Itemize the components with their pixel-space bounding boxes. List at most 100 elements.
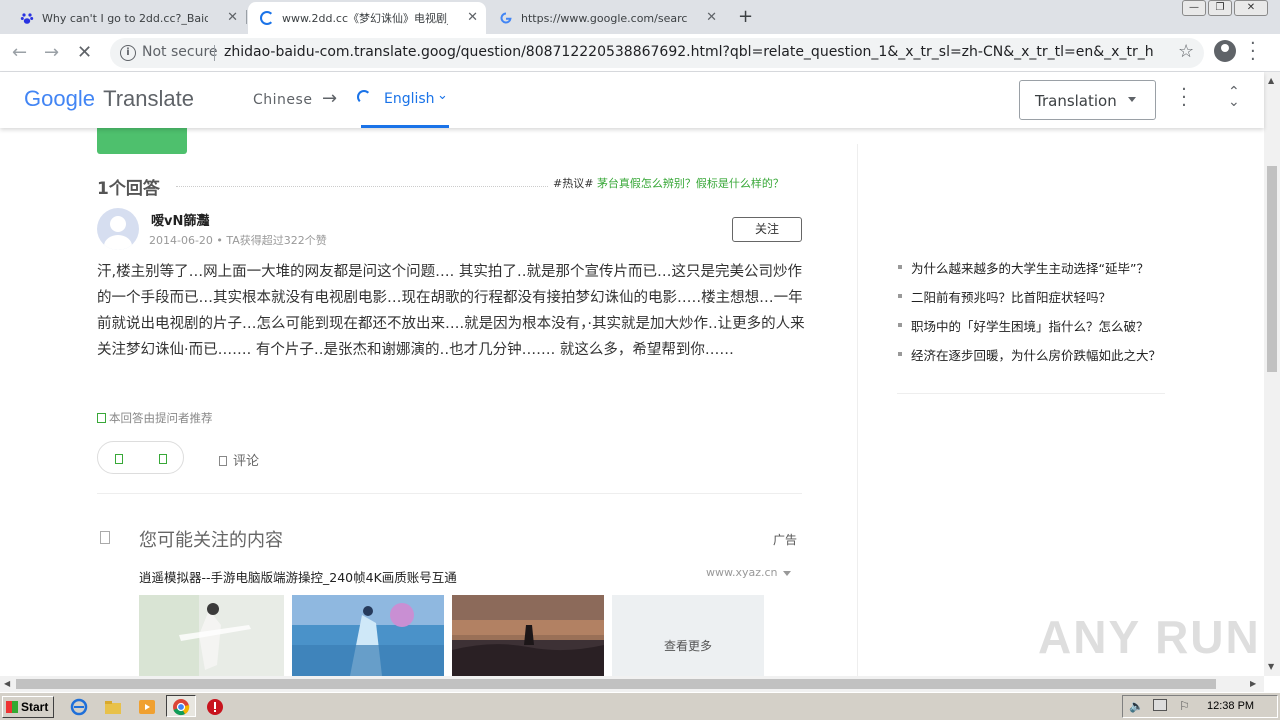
bookmark-star-icon[interactable]: ☆	[1178, 41, 1194, 62]
sidebar-item[interactable]: 职场中的「好学生困境」指什么？怎么破？	[897, 316, 1165, 345]
start-button[interactable]: Start	[2, 696, 54, 718]
window-close-button[interactable]: ✕	[1234, 0, 1268, 16]
tab-google-search[interactable]: https://www.google.com/search?q= ✕	[487, 2, 725, 34]
answer-body: 汗,楼主别等了…网上面一大堆的网友都是问这个问题…. 其实拍了‥就是那个宣传片而…	[97, 264, 805, 358]
close-icon[interactable]: ✕	[227, 10, 238, 25]
hot-topic: #热议# 茅台真假怎么辨别？假标是什么样的？	[553, 175, 784, 191]
recommend-note-text: 本回答由提问者推荐	[109, 411, 213, 425]
target-language[interactable]: English	[384, 91, 435, 107]
hot-topic-link[interactable]: 茅台真假怎么辨别？假标是什么样的？	[597, 177, 784, 190]
source-language[interactable]: Chinese	[253, 92, 312, 108]
comment-button[interactable]: 评论	[219, 450, 259, 469]
back-icon[interactable]: ←	[12, 42, 27, 63]
volume-icon[interactable]: 🔈	[1129, 699, 1144, 713]
tab-baidu-knows[interactable]: Why can't I go to 2dd.cc?_Baidu Kno ✕	[8, 2, 246, 34]
google-wordmark: Google	[24, 86, 95, 111]
chevron-down-icon[interactable]: ⌄	[437, 88, 448, 103]
comment-label: 评论	[233, 454, 260, 469]
stop-icon[interactable]: ✕	[77, 42, 92, 63]
new-tab-button[interactable]: +	[738, 6, 753, 27]
flag-icon[interactable]: ⚐	[1179, 699, 1190, 713]
restore-button[interactable]: ❐	[1208, 0, 1232, 16]
column-divider	[857, 144, 858, 676]
answer-count: 1个回答	[97, 179, 160, 199]
vote-pill	[97, 441, 184, 474]
ad-domain[interactable]: www.xyaz.cn	[706, 566, 778, 579]
answer-button[interactable]	[97, 128, 187, 154]
windows-flag-icon	[6, 701, 18, 713]
see-more-button[interactable]: 查看更多	[612, 595, 764, 676]
scroll-right-icon[interactable]: ▶	[1250, 679, 1256, 688]
translate-wordmark: Translate	[103, 86, 194, 111]
author-name[interactable]: 嗳vN篩灩	[151, 210, 209, 229]
recommend-title: 您可能关注的内容	[139, 530, 283, 551]
anyrun-watermark: ANY RUN	[1038, 611, 1261, 663]
comment-icon	[219, 456, 227, 466]
start-label: Start	[21, 700, 49, 714]
thumbs-up-icon[interactable]	[115, 454, 123, 464]
loading-spinner-icon	[260, 11, 274, 25]
translation-mode-label: Translation	[1035, 92, 1117, 110]
more-options-icon[interactable]: · · ·	[1178, 81, 1190, 115]
profile-icon[interactable]	[1214, 40, 1236, 62]
translation-mode-select[interactable]: Translation	[1019, 80, 1156, 120]
red-app-icon[interactable]	[206, 698, 224, 716]
dotted-divider	[176, 186, 548, 187]
info-icon[interactable]: i	[120, 45, 136, 61]
tab-strip: Why can't I go to 2dd.cc?_Baidu Kno ✕ ww…	[0, 0, 1280, 34]
security-label[interactable]: Not secure	[142, 44, 218, 60]
tab-2dd[interactable]: www.2dd.cc《梦幻诛仙》电视剧_百度 ✕	[248, 2, 486, 34]
scroll-down-icon[interactable]: ▼	[1268, 662, 1274, 671]
follow-button[interactable]: 关注	[732, 217, 802, 242]
network-icon[interactable]	[1153, 699, 1167, 711]
scroll-left-icon[interactable]: ◀	[4, 679, 10, 688]
sidebar-item[interactable]: 经济在逐步回暖，为什么房价跌幅如此之大？	[897, 345, 1165, 374]
collapse-icon[interactable]: ⌃ ⌄	[1228, 85, 1240, 109]
section-divider	[97, 493, 802, 494]
browser-toolbar: ← → ✕ i Not secure zhidao-baidu-com.tran…	[0, 34, 1280, 72]
horizontal-scroll-thumb[interactable]	[16, 679, 1216, 689]
url-text[interactable]: zhidao-baidu-com.translate.goog/question…	[224, 44, 1154, 60]
ad-image[interactable]	[139, 595, 284, 676]
windows-taskbar: Start 🔈 ⚐ 12:38 PM	[0, 692, 1280, 720]
google-translate-logo[interactable]: Google Translate	[24, 86, 194, 112]
chrome-taskbar-button[interactable]	[166, 695, 196, 717]
ad-image[interactable]	[452, 595, 604, 676]
address-bar[interactable]: i Not secure zhidao-baidu-com.translate.…	[110, 38, 1204, 68]
ad-title[interactable]: 逍遥模拟器--手游电脑版端游操控_240帧4K画质账号互通	[139, 567, 457, 586]
loading-spinner-icon	[357, 90, 371, 104]
sidebar-divider	[897, 393, 1165, 394]
horizontal-scrollbar[interactable]: ◀ ▶	[0, 676, 1264, 692]
google-g-icon	[499, 11, 513, 25]
close-icon[interactable]: ✕	[467, 10, 478, 25]
scroll-up-icon[interactable]: ▲	[1268, 76, 1274, 85]
sidebar-item[interactable]: 为什么越来越多的大学生主动选择“延毕”？	[897, 258, 1165, 287]
ad-label: 广告	[773, 533, 798, 547]
baidu-paw-icon	[20, 11, 34, 25]
system-tray: 🔈 ⚐ 12:38 PM	[1122, 695, 1278, 718]
forward-icon[interactable]: →	[44, 42, 59, 63]
chevron-down-icon[interactable]	[783, 571, 791, 576]
target-language-underline	[361, 125, 449, 128]
sidebar-item[interactable]: 二阳前有预兆吗？比首阳症状轻吗？	[897, 287, 1165, 316]
clock: 12:38 PM	[1207, 700, 1255, 712]
avatar[interactable]	[97, 208, 139, 250]
url-separator	[214, 45, 215, 61]
sidebar-hot-list: 为什么越来越多的大学生主动选择“延毕”？ 二阳前有预兆吗？比首阳症状轻吗？ 职场…	[897, 258, 1165, 374]
chrome-menu-icon[interactable]: · · ·	[1250, 35, 1256, 69]
minimize-button[interactable]: —	[1182, 0, 1206, 16]
vertical-scrollbar[interactable]: ▲ ▼	[1264, 72, 1280, 676]
recommend-icon	[100, 531, 110, 544]
close-icon[interactable]: ✕	[706, 10, 717, 25]
google-translate-bar: Google Translate Chinese → English ⌄ Tra…	[0, 72, 1264, 128]
folder-icon[interactable]	[104, 698, 122, 716]
internet-explorer-icon[interactable]	[70, 698, 88, 716]
ad-image[interactable]	[292, 595, 444, 676]
media-player-icon[interactable]	[138, 698, 156, 716]
author-meta: 2014-06-20 • TA获得超过322个赞	[149, 234, 327, 247]
tab-title: www.2dd.cc《梦幻诛仙》电视剧_百度	[282, 12, 448, 25]
vertical-scroll-thumb[interactable]	[1267, 166, 1277, 372]
thumbs-down-icon[interactable]	[159, 454, 167, 464]
recommend-note: 本回答由提问者推荐	[97, 410, 213, 426]
tab-title: https://www.google.com/search?q=	[521, 11, 687, 25]
